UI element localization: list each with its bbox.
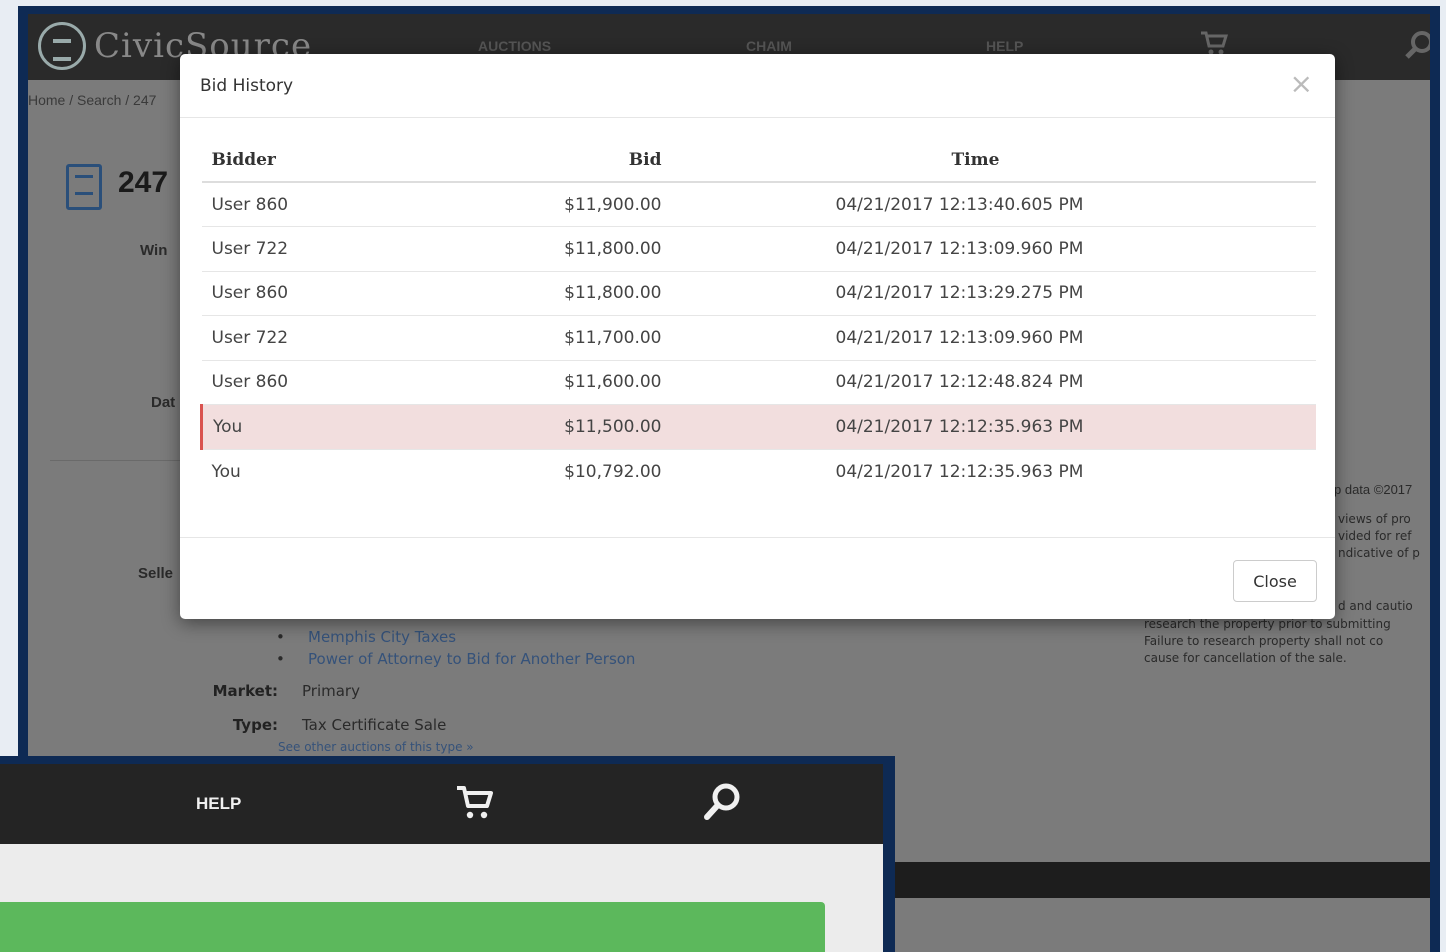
bid-history-table: Bidder Bid Time User 860 $11,900.00 04/2… <box>200 138 1316 494</box>
column-header-bid: Bid <box>531 138 662 183</box>
time-cell: 04/21/2017 12:13:29.275 PM <box>661 270 1316 316</box>
disclaimer-line: d and cautio <box>1338 599 1413 613</box>
nav-help[interactable]: HELP <box>196 794 241 814</box>
seller-label: Selle <box>138 565 174 582</box>
bid-cell: $11,600.00 <box>531 359 662 405</box>
modal-footer: Close <box>180 537 1335 619</box>
green-action-bar[interactable] <box>0 902 825 952</box>
bidder-cell: User 860 <box>201 270 532 316</box>
bid-cell: $10,792.00 <box>531 448 662 494</box>
bidder-cell: User 722 <box>201 226 532 271</box>
disclaimer-line: vided for ref <box>1338 529 1412 543</box>
bid-cell: $11,500.00 <box>531 404 662 449</box>
certificate-document-icon <box>66 164 102 210</box>
table-header-row: Bidder Bid Time <box>201 138 1316 183</box>
date-label: Dat <box>151 394 176 411</box>
gavel-logo-icon <box>38 22 86 70</box>
bidder-cell: You <box>200 404 532 449</box>
bidder-cell: User 860 <box>201 359 532 405</box>
column-header-bidder: Bidder <box>201 138 532 183</box>
link-memphis-city-taxes[interactable]: Memphis City Taxes <box>276 626 635 648</box>
bid-cell: $11,800.00 <box>531 226 662 271</box>
time-cell: 04/21/2017 12:13:40.605 PM <box>835 194 1084 215</box>
modal-title: Bid History <box>200 76 294 96</box>
breadcrumb[interactable]: Home / Search / 247 <box>28 92 156 108</box>
nav-auctions[interactable]: AUCTIONS <box>478 38 551 54</box>
time-cell: 04/21/2017 12:13:09.960 PM <box>661 226 1316 271</box>
cart-icon[interactable] <box>1200 30 1228 56</box>
map-attribution: p data ©2017 <box>1334 482 1413 497</box>
market-value: Primary <box>302 682 360 700</box>
bid-cell: $11,700.00 <box>531 315 662 360</box>
close-icon[interactable]: × <box>1290 70 1313 98</box>
search-icon[interactable] <box>1404 30 1430 60</box>
document-links: Memphis City Taxes Power of Attorney to … <box>276 626 635 670</box>
market-label: Market: <box>212 682 278 700</box>
disclaimer-line: cause for cancellation of the sale. <box>1144 651 1347 665</box>
bidder-cell: User 722 <box>201 315 532 360</box>
time-cell: 04/21/2017 12:13:09.960 PM <box>661 315 1316 360</box>
page-title: 247 <box>118 166 169 199</box>
cart-icon[interactable] <box>454 782 494 822</box>
close-button[interactable]: Close <box>1233 560 1317 602</box>
winner-label: Win <box>140 242 168 259</box>
table-row-highlighted: You $11,500.00 04/21/2017 12:12:35.963 P… <box>200 404 1316 449</box>
type-label: Type: <box>232 716 278 734</box>
see-other-auctions-link[interactable]: See other auctions of this type » <box>278 740 474 754</box>
type-row: Type: Tax Certificate Sale <box>168 716 446 734</box>
bid-cell: $11,900.00 <box>564 194 662 215</box>
foreground-page: HELP <box>0 764 883 952</box>
column-header-time: Time <box>661 138 1316 183</box>
table-row: User 860 $11,900.00 04/21/2017 12:13:40.… <box>202 182 1317 227</box>
link-power-of-attorney[interactable]: Power of Attorney to Bid for Another Per… <box>276 648 635 670</box>
time-cell: 04/21/2017 12:12:48.824 PM <box>661 359 1316 405</box>
foreground-navbar: HELP <box>0 764 883 844</box>
table-row: User 722 $11,800.00 04/21/2017 12:13:09.… <box>201 226 1316 271</box>
nav-user-menu[interactable]: CHAIM <box>746 38 792 54</box>
search-icon[interactable] <box>702 782 742 822</box>
bid-cell: $11,800.00 <box>531 270 662 316</box>
modal-header: Bid History × <box>180 54 1335 118</box>
nav-help[interactable]: HELP <box>986 38 1023 54</box>
time-cell: 04/21/2017 12:12:35.963 PM <box>661 404 1316 449</box>
table-row: You $10,792.00 04/21/2017 12:12:35.963 P… <box>201 448 1316 494</box>
bid-history-modal: Bid History × Bidder Bid Time User 860 $… <box>180 54 1335 619</box>
disclaimer-line: Failure to research property shall not c… <box>1144 634 1384 648</box>
table-row: User 722 $11,700.00 04/21/2017 12:13:09.… <box>201 315 1316 360</box>
market-row: Market: Primary <box>168 682 360 700</box>
table-row: User 860 $11,800.00 04/21/2017 12:13:29.… <box>201 270 1316 316</box>
disclaimer-line: research the property prior to submittin… <box>1144 617 1391 631</box>
type-value: Tax Certificate Sale <box>302 716 447 734</box>
bidder-cell: User 860 <box>211 194 289 215</box>
bidder-cell: You <box>201 448 532 494</box>
time-cell: 04/21/2017 12:12:35.963 PM <box>661 448 1316 494</box>
disclaimer-line: ndicative of p <box>1338 546 1420 560</box>
table-row: User 860 $11,600.00 04/21/2017 12:12:48.… <box>201 359 1316 405</box>
disclaimer-line: views of pro <box>1338 512 1411 526</box>
